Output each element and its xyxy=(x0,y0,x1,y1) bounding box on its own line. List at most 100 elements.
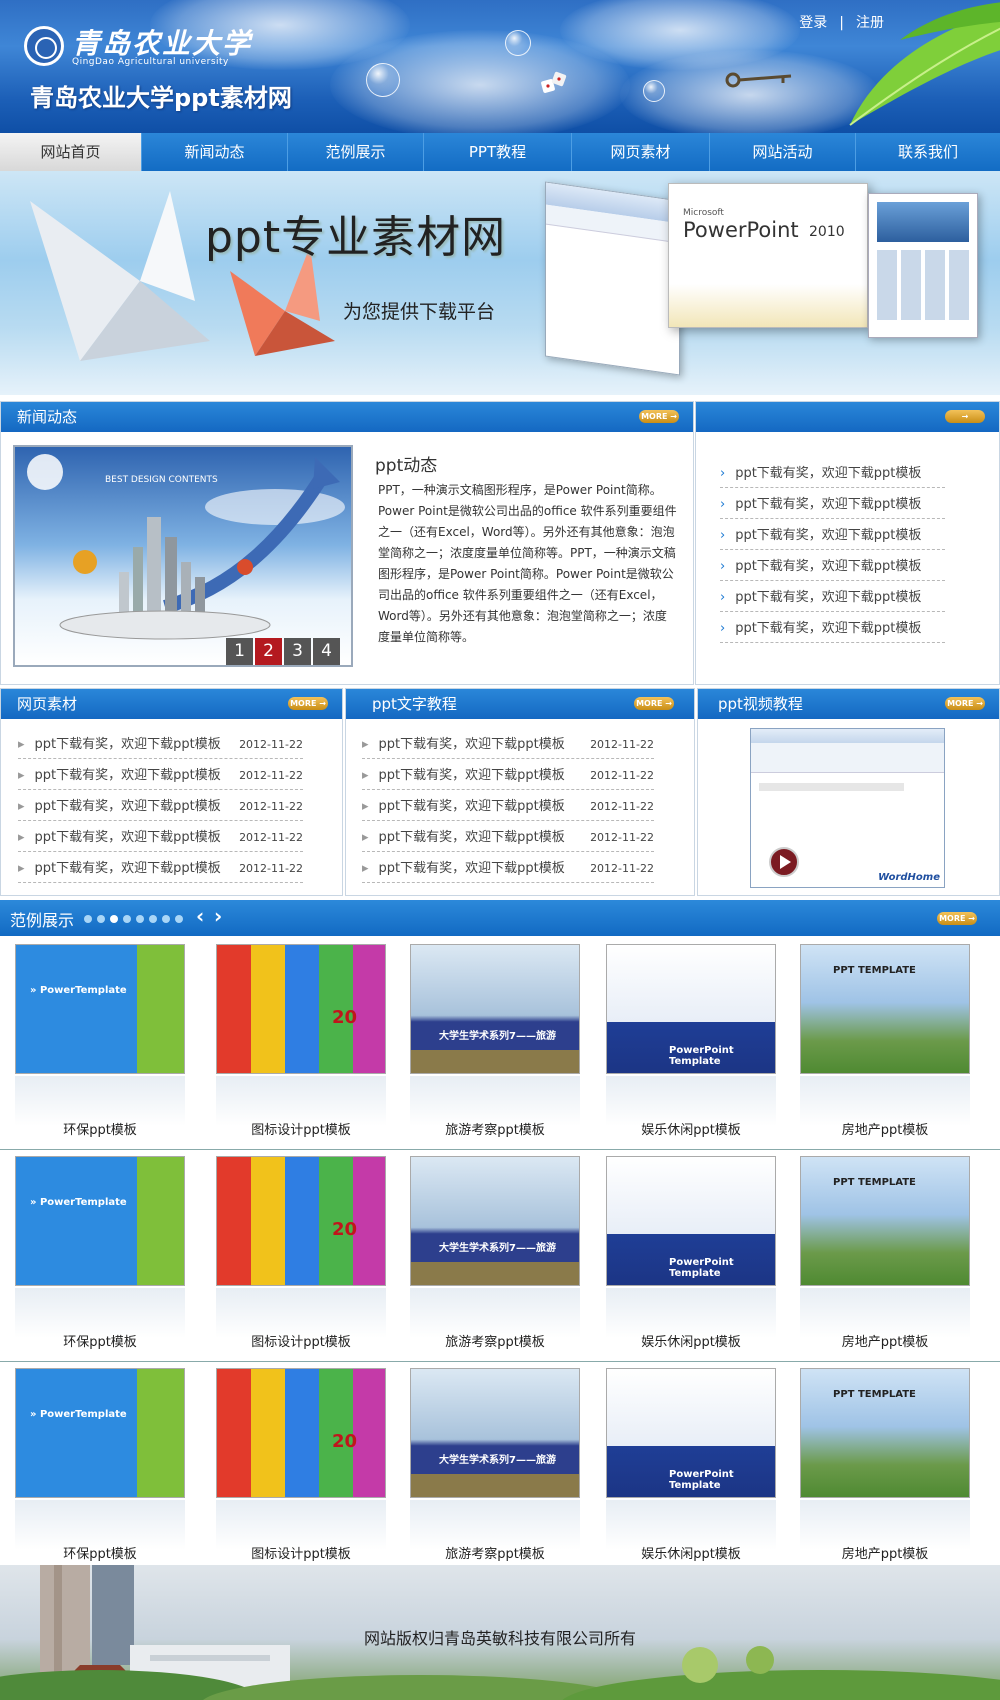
template-caption[interactable]: 旅游考察ppt模板 xyxy=(410,1543,580,1562)
pagination-1[interactable]: 1 xyxy=(226,638,253,665)
showcase-more-button[interactable]: MORE → xyxy=(937,912,977,925)
web-material-more-button[interactable]: MORE → xyxy=(288,697,328,710)
template-thumb-leisure[interactable]: PowerPoint Template xyxy=(606,944,776,1074)
carousel-dot[interactable] xyxy=(123,915,131,923)
play-icon[interactable] xyxy=(769,847,799,877)
video-tutorial-more-button[interactable]: MORE → xyxy=(945,697,985,710)
video-player[interactable]: WordHome xyxy=(750,728,945,888)
thumb-label: PowerPoint Template xyxy=(669,1045,734,1067)
list-item[interactable]: ▸ ppt下载有奖，欢迎下载ppt模板 2012-11-22 xyxy=(18,824,303,852)
template-thumb-eco[interactable]: » PowerTemplate xyxy=(15,944,185,1074)
template-caption[interactable]: 图标设计ppt模板 xyxy=(216,1331,386,1350)
news-featured-image[interactable]: BEST DESIGN CONTENTS 1 2 3 4 xyxy=(13,445,353,667)
nav-item-contact[interactable]: 联系我们 xyxy=(856,133,1000,171)
carousel-dot[interactable] xyxy=(149,915,157,923)
list-item[interactable]: ▸ ppt下载有奖，欢迎下载ppt模板 2012-11-22 xyxy=(362,731,654,759)
product-year: 2010 xyxy=(809,224,845,240)
thumb-label: PPT TEMPLATE xyxy=(833,1389,916,1400)
template-thumb-realestate[interactable]: PPT TEMPLATE xyxy=(800,944,970,1074)
template-caption[interactable]: 环保ppt模板 xyxy=(15,1543,185,1562)
bubble-decoration xyxy=(366,63,400,97)
template-caption[interactable]: 娱乐休闲ppt模板 xyxy=(606,1119,776,1138)
template-thumb-realestate[interactable]: PPT TEMPLATE xyxy=(800,1156,970,1286)
nav-item-home[interactable]: 网站首页 xyxy=(0,133,142,171)
carousel-dot[interactable] xyxy=(136,915,144,923)
list-item[interactable]: ▸ ppt下载有奖，欢迎下载ppt模板 2012-11-22 xyxy=(362,824,654,852)
thumb-label: 20 xyxy=(332,1219,358,1240)
template-caption[interactable]: 图标设计ppt模板 xyxy=(216,1543,386,1562)
list-item[interactable]: ▸ ppt下载有奖，欢迎下载ppt模板 2012-11-22 xyxy=(18,855,303,883)
template-thumb-icon[interactable]: 20 xyxy=(216,944,386,1074)
template-thumb-eco[interactable]: » PowerTemplate xyxy=(15,1368,185,1498)
thumb-label: PPT TEMPLATE xyxy=(833,965,916,976)
template-thumb-travel[interactable]: 大学生学术系列7——旅游 xyxy=(410,1156,580,1286)
template-caption[interactable]: 环保ppt模板 xyxy=(15,1331,185,1350)
template-caption[interactable]: 娱乐休闲ppt模板 xyxy=(606,1331,776,1350)
list-item[interactable]: ▸ ppt下载有奖，欢迎下载ppt模板 2012-11-22 xyxy=(18,762,303,790)
list-item[interactable]: ▸ ppt下载有奖，欢迎下载ppt模板 2012-11-22 xyxy=(362,793,654,821)
template-caption[interactable]: 房地产ppt模板 xyxy=(800,1543,970,1562)
carousel-dot[interactable] xyxy=(97,915,105,923)
login-link[interactable]: 登录 xyxy=(799,15,827,31)
carousel-dot[interactable] xyxy=(162,915,170,923)
bubble-decoration xyxy=(643,80,665,102)
text-tutorial-title: ppt文字教程 xyxy=(372,695,457,713)
carousel-dot-active[interactable] xyxy=(110,915,118,923)
list-item[interactable]: › ppt下载有奖，欢迎下载ppt模板 xyxy=(720,460,945,488)
template-thumb-leisure[interactable]: PowerPoint Template xyxy=(606,1156,776,1286)
video-tutorial-header: ppt视频教程 MORE → xyxy=(698,689,999,719)
template-caption[interactable]: 房地产ppt模板 xyxy=(800,1331,970,1350)
template-caption[interactable]: 旅游考察ppt模板 xyxy=(410,1331,580,1350)
web-material-title: 网页素材 xyxy=(17,695,78,713)
web-material-list: ▸ ppt下载有奖，欢迎下载ppt模板 2012-11-22 ▸ ppt下载有奖，欢迎… xyxy=(18,731,303,891)
pagination-4[interactable]: 4 xyxy=(313,638,340,665)
triangle-right-icon: ▸ xyxy=(362,799,369,814)
university-name-en: QingDao Agricultural university xyxy=(72,57,229,67)
template-caption[interactable]: 图标设计ppt模板 xyxy=(216,1119,386,1138)
list-item[interactable]: ▸ ppt下载有奖，欢迎下载ppt模板 2012-11-22 xyxy=(18,793,303,821)
thumb-label: PPT TEMPLATE xyxy=(833,1177,916,1188)
list-item[interactable]: ▸ ppt下载有奖，欢迎下载ppt模板 2012-11-22 xyxy=(18,731,303,759)
list-item[interactable]: › ppt下载有奖，欢迎下载ppt模板 xyxy=(720,491,945,519)
carousel-dot[interactable] xyxy=(175,915,183,923)
nav-item-news[interactable]: 新闻动态 xyxy=(142,133,288,171)
key-icon xyxy=(725,70,795,90)
bubble-decoration xyxy=(505,30,531,56)
carousel-prev-button[interactable]: ‹ xyxy=(196,904,204,928)
template-caption[interactable]: 环保ppt模板 xyxy=(15,1119,185,1138)
nav-item-showcase[interactable]: 范例展示 xyxy=(288,133,424,171)
news-article-body: PPT，一种演示文稿图形程序，是Power Point简称。Power Poin… xyxy=(378,483,677,644)
carousel-dot[interactable] xyxy=(84,915,92,923)
showcase-grid: » PowerTemplate 环保ppt模板 20 图标设计ppt模板 大学生学术系列… xyxy=(0,936,1000,1565)
list-item[interactable]: › ppt下载有奖，欢迎下载ppt模板 xyxy=(720,553,945,581)
template-thumb-travel[interactable]: 大学生学术系列7——旅游 xyxy=(410,1368,580,1498)
list-item[interactable]: ▸ ppt下载有奖，欢迎下载ppt模板 2012-11-22 xyxy=(362,855,654,883)
list-item[interactable]: › ppt下载有奖，欢迎下载ppt模板 xyxy=(720,615,945,643)
nav-item-web-material[interactable]: 网页素材 xyxy=(572,133,710,171)
text-tutorial-more-button[interactable]: MORE → xyxy=(634,697,674,710)
template-thumb-icon[interactable]: 20 xyxy=(216,1368,386,1498)
pagination-2[interactable]: 2 xyxy=(255,638,282,665)
pagination-3[interactable]: 3 xyxy=(284,638,311,665)
product-brand: Microsoft xyxy=(683,208,724,218)
template-caption[interactable]: 房地产ppt模板 xyxy=(800,1119,970,1138)
template-thumb-eco[interactable]: » PowerTemplate xyxy=(15,1156,185,1286)
template-thumb-leisure[interactable]: PowerPoint Template xyxy=(606,1368,776,1498)
template-thumb-travel[interactable]: 大学生学术系列7——旅游 xyxy=(410,944,580,1074)
news-more-button[interactable]: MORE → xyxy=(639,410,679,423)
triangle-right-icon: ▸ xyxy=(362,737,369,752)
template-thumb-icon[interactable]: 20 xyxy=(216,1156,386,1286)
list-item[interactable]: ▸ ppt下载有奖，欢迎下载ppt模板 2012-11-22 xyxy=(362,762,654,790)
nav-item-activities[interactable]: 网站活动 xyxy=(710,133,856,171)
news-article-title[interactable]: ppt动态 xyxy=(375,451,437,476)
university-name-cn: 青岛农业大学 xyxy=(72,27,253,60)
template-thumb-realestate[interactable]: PPT TEMPLATE xyxy=(800,1368,970,1498)
template-caption[interactable]: 旅游考察ppt模板 xyxy=(410,1119,580,1138)
carousel-next-button[interactable]: › xyxy=(214,904,222,928)
side-list-more-button[interactable]: → xyxy=(945,410,985,423)
list-item[interactable]: › ppt下载有奖，欢迎下载ppt模板 xyxy=(720,584,945,612)
list-item[interactable]: › ppt下载有奖，欢迎下载ppt模板 xyxy=(720,522,945,550)
software-screenshot xyxy=(545,181,680,376)
template-caption[interactable]: 娱乐休闲ppt模板 xyxy=(606,1543,776,1562)
nav-item-ppt-tutorial[interactable]: PPT教程 xyxy=(424,133,572,171)
